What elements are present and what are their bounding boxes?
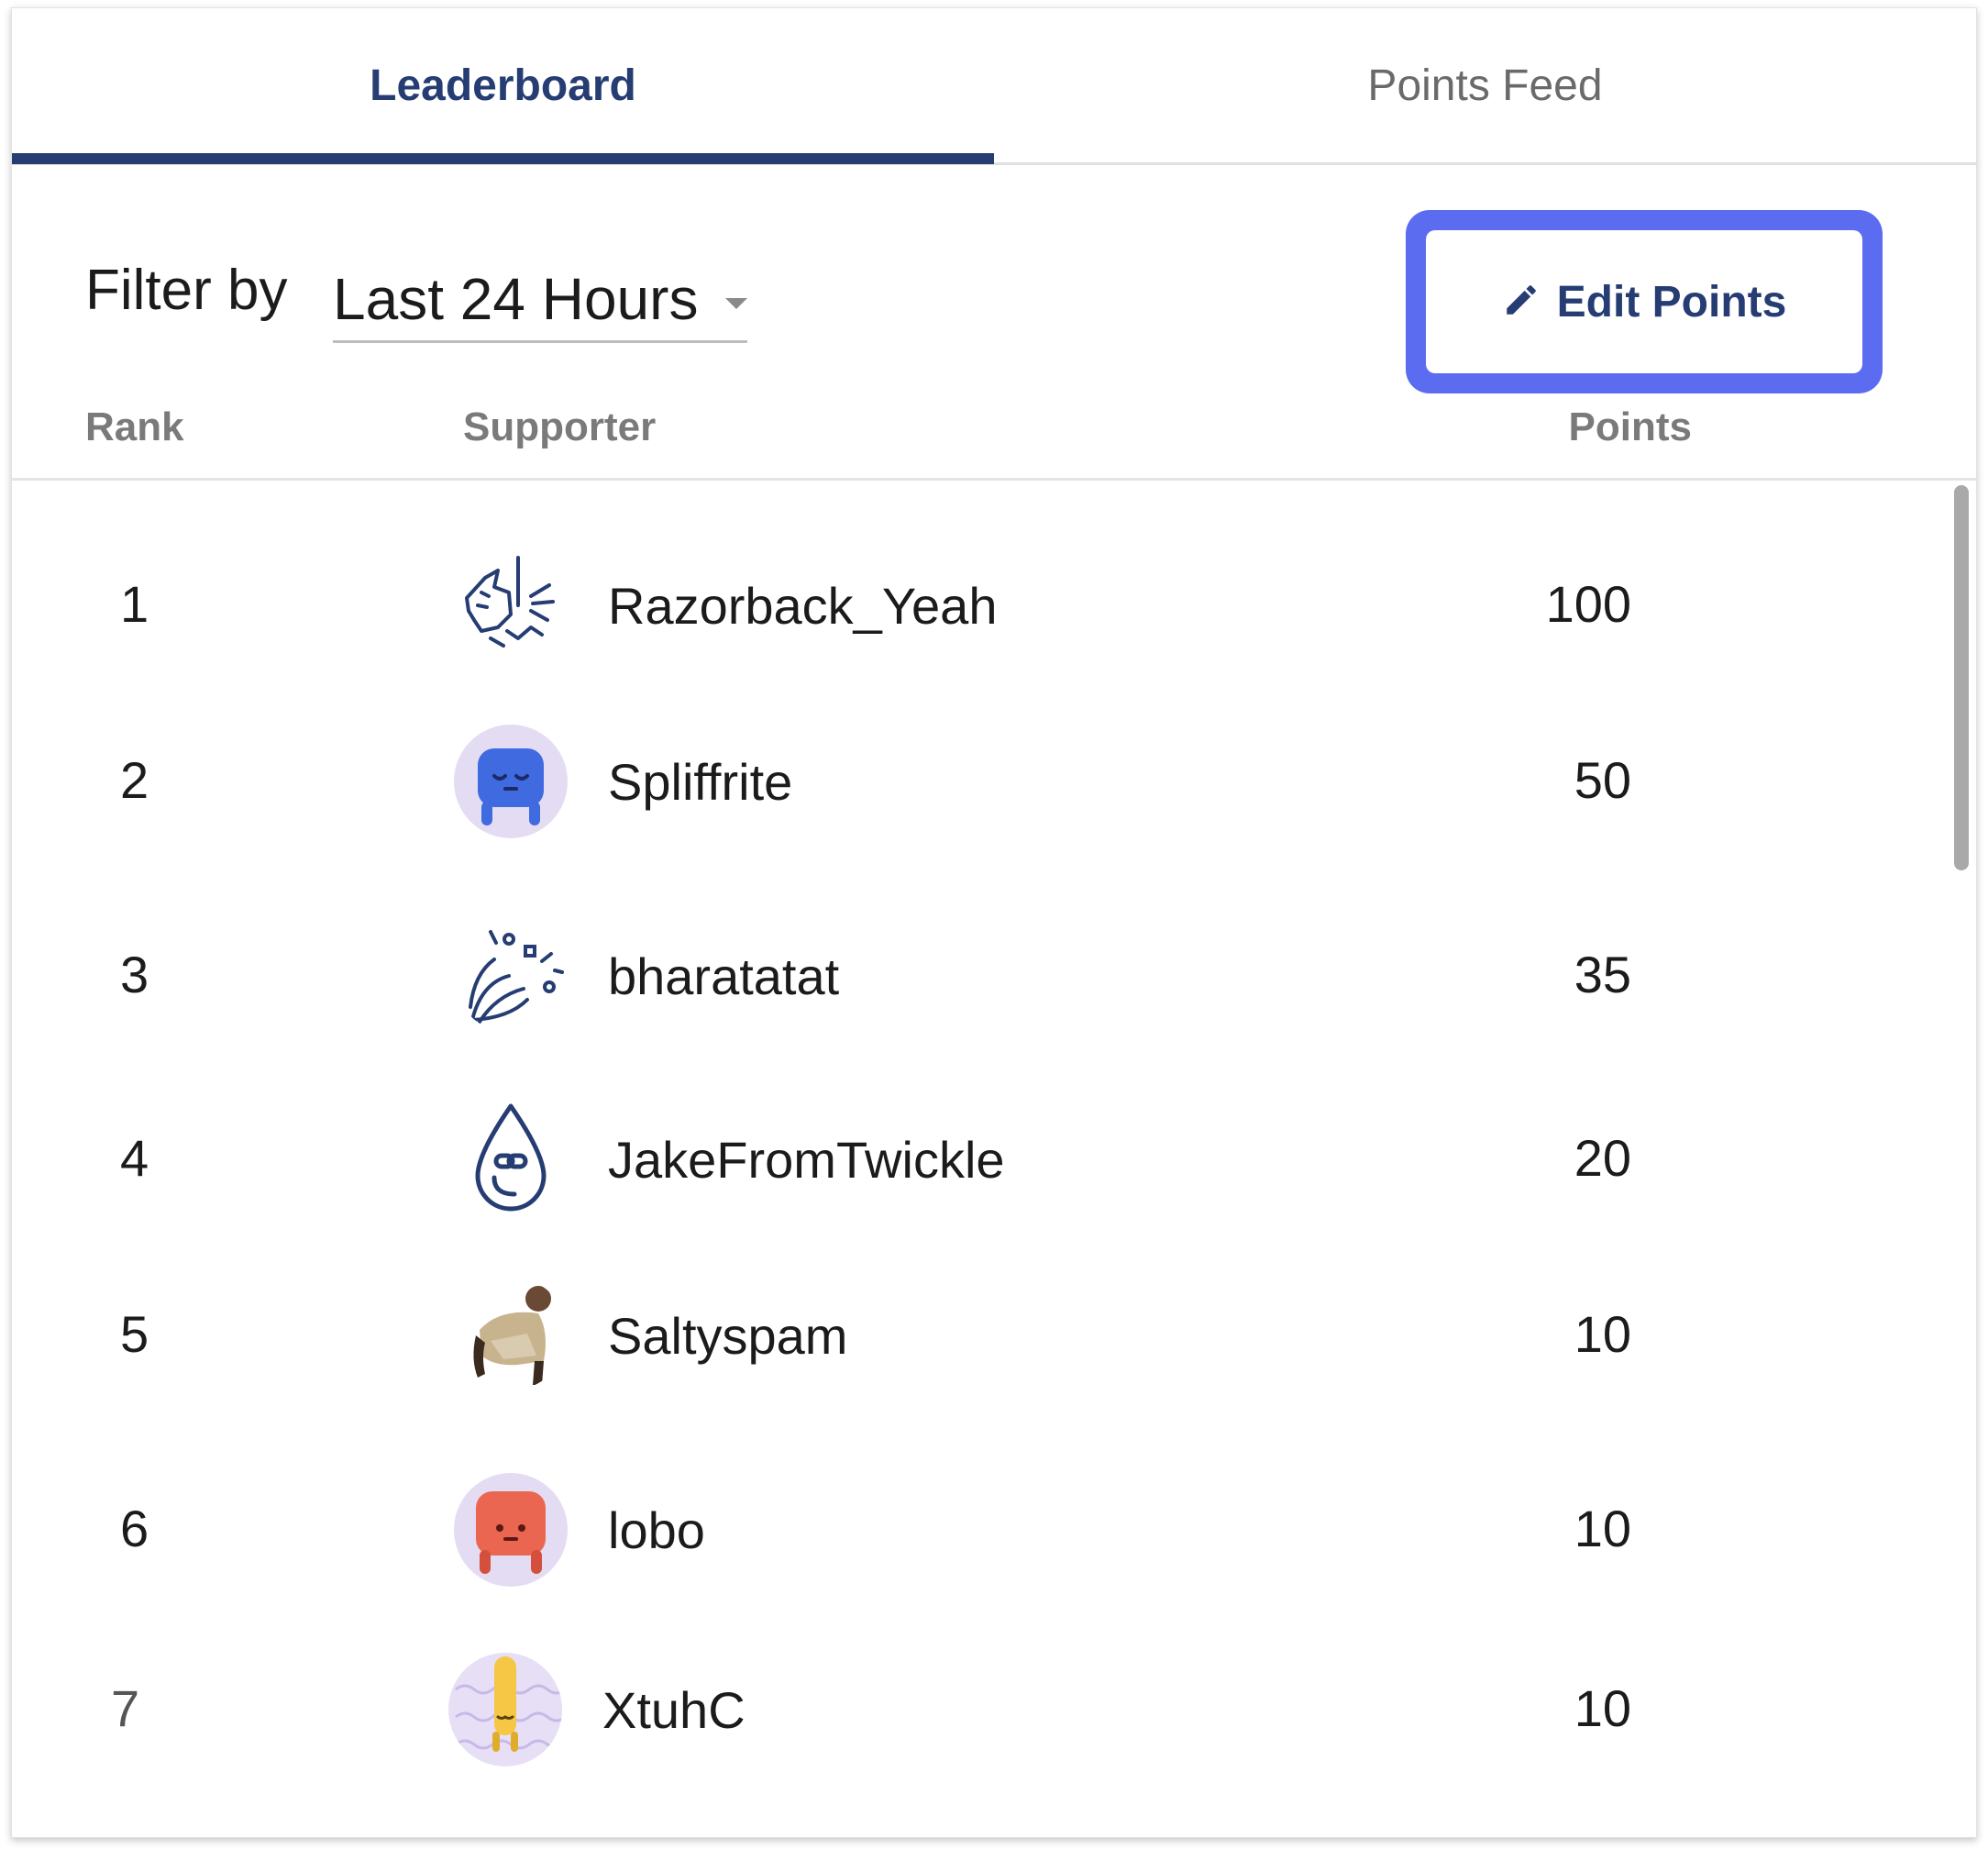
tab-leaderboard[interactable]: Leaderboard — [12, 8, 994, 162]
points-cell: 20 — [1574, 1129, 1631, 1187]
rank-cell: 1 — [120, 575, 149, 633]
edit-points-button[interactable]: Edit Points — [1426, 230, 1862, 373]
blue-blob-avatar — [454, 725, 568, 838]
confetti-burst-icon — [454, 919, 568, 1033]
column-header-points: Points — [1568, 404, 1692, 449]
table-row[interactable]: 4 JakeFromTwickle 20 — [12, 1091, 1947, 1229]
supporter-name[interactable]: Spliffrite — [608, 752, 792, 812]
leaderboard-list: 1 Razorback_Yeah 100 2 Spliffrite 50 3 b… — [12, 481, 1976, 1837]
points-cell: 10 — [1574, 1679, 1631, 1737]
points-cell: 50 — [1574, 751, 1631, 809]
supporter-name[interactable]: JakeFromTwickle — [608, 1130, 1005, 1190]
supporter-name[interactable]: lobo — [608, 1500, 705, 1560]
scrollbar-thumb[interactable] — [1954, 485, 1969, 870]
rank-cell: 4 — [120, 1129, 149, 1187]
rank-cell: 6 — [120, 1500, 149, 1557]
column-header-rank: Rank — [85, 404, 184, 449]
table-row[interactable]: 2 Spliffrite 50 — [12, 714, 1947, 851]
pencil-icon — [1502, 281, 1541, 324]
points-cell: 10 — [1574, 1500, 1631, 1557]
table-row[interactable]: 7 XtuhC 10 — [12, 1642, 1947, 1779]
supporter-name[interactable]: XtuhC — [602, 1680, 746, 1740]
filter-selected-value: Last 24 Hours — [333, 266, 699, 332]
water-drop-icon — [454, 1099, 568, 1212]
filter-label: Filter by — [85, 259, 288, 322]
supporter-name[interactable]: bharatatat — [608, 947, 839, 1006]
supporter-name[interactable]: Razorback_Yeah — [608, 576, 997, 636]
leaderboard-panel: Leaderboard Points Feed Filter by Last 2… — [11, 7, 1977, 1838]
edit-points-focus-ring: Edit Points — [1406, 210, 1883, 393]
table-row[interactable]: 5 Saltyspam 10 — [12, 1268, 1947, 1405]
chevron-down-icon — [725, 298, 747, 309]
yellow-blob-avatar — [448, 1653, 562, 1766]
rank-cell: 5 — [120, 1305, 149, 1363]
red-blob-avatar — [454, 1473, 568, 1587]
table-row[interactable]: 6 lobo 10 — [12, 1462, 1947, 1600]
filter-dropdown[interactable]: Last 24 Hours — [333, 256, 747, 343]
points-cell: 35 — [1574, 946, 1631, 1003]
supporter-name[interactable]: Saltyspam — [608, 1306, 847, 1366]
rank-cell: 2 — [120, 751, 149, 809]
column-header-supporter: Supporter — [463, 404, 657, 449]
rank-cell: 3 — [120, 946, 149, 1003]
edit-points-label: Edit Points — [1556, 277, 1787, 327]
line-art-creature-icon — [454, 550, 568, 664]
tab-points-feed[interactable]: Points Feed — [994, 8, 1976, 162]
rank-cell: 7 — [111, 1679, 140, 1737]
person-photo-avatar — [454, 1277, 568, 1390]
table-row[interactable]: 1 Razorback_Yeah 100 — [12, 537, 1947, 675]
active-tab-indicator — [12, 153, 994, 164]
tab-bar: Leaderboard Points Feed — [12, 8, 1976, 165]
points-cell: 10 — [1574, 1305, 1631, 1363]
table-row[interactable]: 3 bharatatat 35 — [12, 908, 1947, 1046]
points-cell: 100 — [1545, 575, 1631, 633]
